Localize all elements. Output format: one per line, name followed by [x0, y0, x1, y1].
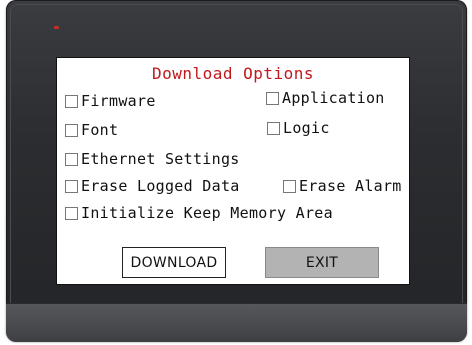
ethernet-settings-option[interactable]: Ethernet Settings: [65, 150, 240, 168]
application-checkbox[interactable]: [266, 91, 279, 105]
initialize-keep-memory-option[interactable]: Initialize Keep Memory Area: [65, 204, 333, 222]
download-button[interactable]: DOWNLOAD: [122, 247, 226, 278]
initialize-keep-memory-checkbox[interactable]: [65, 206, 78, 220]
firmware-label: Firmware: [81, 92, 156, 110]
hmi-device-bezel: Download Options Firmware Application Fo…: [6, 0, 467, 342]
font-checkbox[interactable]: [65, 123, 78, 137]
status-led-indicator: [54, 26, 59, 29]
logic-option[interactable]: Logic: [267, 119, 330, 137]
erase-alarm-option[interactable]: Erase Alarm: [283, 177, 402, 195]
erase-alarm-label: Erase Alarm: [299, 177, 402, 195]
font-label: Font: [81, 121, 119, 139]
exit-button[interactable]: EXIT: [265, 247, 379, 278]
erase-logged-data-checkbox[interactable]: [65, 179, 78, 193]
logic-label: Logic: [283, 119, 330, 137]
font-option[interactable]: Font: [65, 121, 118, 139]
logic-checkbox[interactable]: [267, 121, 280, 135]
erase-logged-data-label: Erase Logged Data: [81, 177, 240, 195]
bezel-bottom-strip: [6, 303, 467, 342]
application-option[interactable]: Application: [266, 89, 385, 107]
application-label: Application: [282, 89, 385, 107]
dialog-title: Download Options: [151, 64, 315, 83]
ethernet-settings-checkbox[interactable]: [65, 152, 78, 166]
erase-logged-data-option[interactable]: Erase Logged Data: [65, 177, 240, 195]
firmware-checkbox[interactable]: [65, 94, 78, 108]
download-options-dialog: Download Options Firmware Application Fo…: [56, 57, 410, 285]
erase-alarm-checkbox[interactable]: [283, 179, 296, 193]
initialize-keep-memory-label: Initialize Keep Memory Area: [81, 204, 333, 222]
ethernet-settings-label: Ethernet Settings: [81, 150, 240, 168]
firmware-option[interactable]: Firmware: [65, 92, 156, 110]
